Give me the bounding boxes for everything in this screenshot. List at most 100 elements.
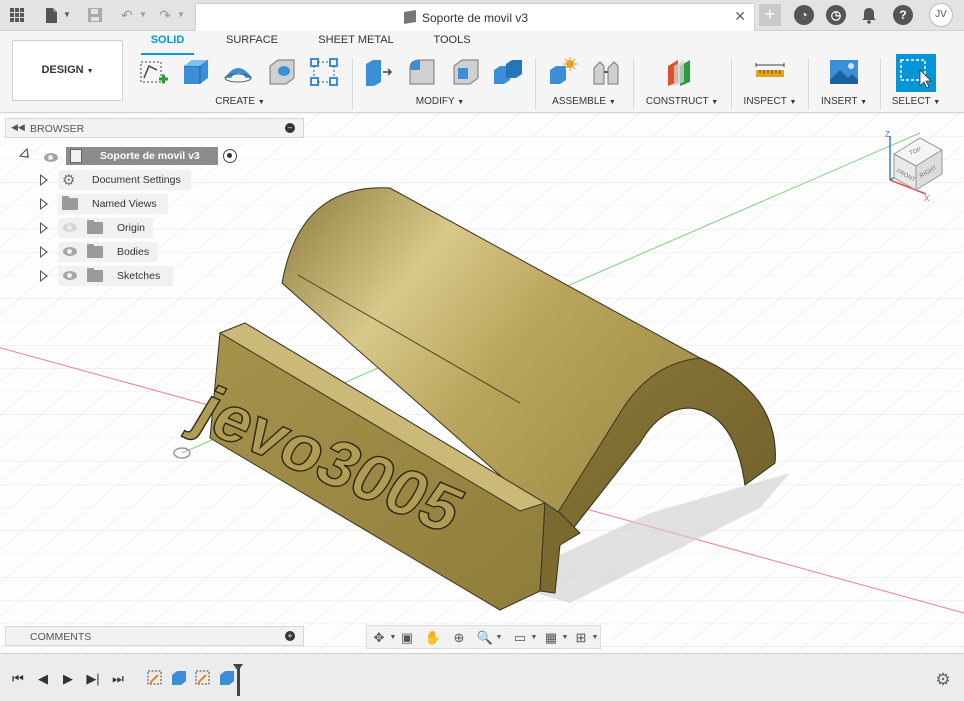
- expand-arrow-icon[interactable]: [40, 174, 48, 186]
- select-menu[interactable]: SELECT ▼: [888, 96, 944, 107]
- browser-item-sketches[interactable]: Sketches: [58, 266, 173, 286]
- browser-item-named-views[interactable]: Named Views: [58, 194, 168, 214]
- x-axis-label: X: [924, 194, 930, 203]
- expand-arrow-icon[interactable]: [40, 198, 48, 210]
- sketch-feature-icon[interactable]: [194, 669, 212, 687]
- construct-menu[interactable]: CONSTRUCT ▼: [643, 96, 721, 107]
- go-to-start-icon[interactable]: ⏮: [9, 670, 27, 688]
- step-back-icon[interactable]: ◀: [34, 670, 52, 688]
- tab-tools[interactable]: TOOLS: [428, 34, 476, 52]
- viewports-caret-icon[interactable]: ▼: [585, 629, 605, 647]
- new-tab-icon[interactable]: +: [759, 4, 781, 26]
- job-status-icon[interactable]: ◷: [826, 5, 846, 25]
- file-menu-caret-icon[interactable]: ▼: [58, 6, 76, 24]
- expand-arrow-icon[interactable]: [40, 222, 48, 234]
- browser-item-bodies[interactable]: Bodies: [58, 242, 158, 262]
- workspace-label: DESIGN: [41, 64, 84, 76]
- add-comment-icon[interactable]: +: [285, 631, 295, 641]
- go-to-end-icon[interactable]: ⏭: [109, 670, 127, 688]
- insert-label: INSERT: [820, 96, 858, 107]
- joint-icon[interactable]: [590, 56, 622, 88]
- browser-item-label: Origin: [117, 222, 146, 234]
- zoom-icon[interactable]: ⊕: [449, 629, 469, 647]
- redo-caret-icon[interactable]: ▼: [172, 6, 190, 24]
- browser-item-label: Named Views: [92, 198, 157, 210]
- collapse-panel-icon[interactable]: ◀◀: [11, 122, 25, 133]
- gear-icon: ⚙: [62, 172, 76, 189]
- insert-menu[interactable]: INSERT ▼: [818, 96, 870, 107]
- save-icon[interactable]: [86, 6, 104, 24]
- chevron-down-icon: ▼: [711, 99, 719, 106]
- chevron-down-icon: ▼: [608, 99, 616, 106]
- pan-icon[interactable]: ✋: [423, 629, 443, 647]
- create-menu[interactable]: CREATE ▼: [205, 96, 275, 107]
- visibility-eye-icon[interactable]: [63, 271, 77, 280]
- activate-component-icon[interactable]: [223, 149, 237, 163]
- extensions-icon[interactable]: ◔: [794, 5, 814, 25]
- comments-title: COMMENTS: [30, 631, 92, 643]
- extrude-feature-icon[interactable]: [218, 669, 236, 687]
- visibility-eye-icon[interactable]: [44, 153, 58, 162]
- view-cube[interactable]: Z X TOP FRONT RIGHT: [880, 128, 955, 203]
- browser-item-origin[interactable]: Origin: [58, 218, 153, 238]
- assemble-menu[interactable]: ASSEMBLE ▼: [545, 96, 623, 107]
- expand-arrow-icon[interactable]: [40, 270, 48, 282]
- browser-root-node[interactable]: Soporte de movil v3: [66, 147, 218, 165]
- create-label: CREATE: [215, 96, 256, 107]
- browser-panel-header[interactable]: ◀◀ BROWSER –: [5, 118, 304, 138]
- browser-item-label: Bodies: [117, 246, 150, 258]
- press-pull-icon[interactable]: [363, 56, 395, 88]
- select-icon[interactable]: [896, 54, 936, 92]
- step-forward-icon[interactable]: ▶|: [84, 670, 102, 688]
- timeline-marker[interactable]: [233, 664, 243, 696]
- chevron-down-icon: ▼: [86, 68, 94, 75]
- chevron-down-icon: ▼: [860, 99, 868, 106]
- close-icon[interactable]: ✕: [734, 8, 746, 25]
- notifications-icon[interactable]: [860, 6, 878, 24]
- ribbon-divider: [535, 59, 536, 109]
- tab-surface[interactable]: SURFACE: [222, 34, 282, 52]
- help-icon[interactable]: ?: [893, 5, 913, 25]
- hole-icon[interactable]: [266, 56, 298, 88]
- folder-icon: [87, 220, 103, 234]
- visibility-eye-icon[interactable]: [63, 247, 77, 256]
- avatar[interactable]: JV: [929, 3, 953, 27]
- offset-plane-icon[interactable]: [664, 56, 696, 88]
- browser-title: BROWSER: [30, 123, 85, 135]
- fit-caret-icon[interactable]: ▼: [489, 629, 509, 647]
- tab-sheet-metal[interactable]: SHEET METAL: [316, 34, 396, 52]
- apps-grid-icon[interactable]: [8, 6, 26, 24]
- tab-solid[interactable]: SOLID: [141, 34, 194, 52]
- root-node-label: Soporte de movil v3: [100, 150, 200, 162]
- extrude-icon[interactable]: [180, 56, 212, 88]
- insert-canvas-icon[interactable]: [828, 56, 860, 88]
- modify-menu[interactable]: MODIFY ▼: [405, 96, 475, 107]
- new-component-icon[interactable]: [546, 56, 578, 88]
- revolve-icon[interactable]: [222, 56, 254, 88]
- expand-arrow-icon[interactable]: [40, 246, 48, 258]
- chevron-down-icon: ▼: [457, 99, 465, 106]
- gear-icon[interactable]: ⚙: [933, 670, 953, 690]
- pattern-icon[interactable]: [308, 56, 340, 88]
- hidden-eye-icon[interactable]: [63, 223, 77, 232]
- create-sketch-icon[interactable]: [137, 56, 169, 88]
- combine-icon[interactable]: [492, 56, 524, 88]
- measure-icon[interactable]: [754, 56, 786, 88]
- timeline: ⏮ ◀ ▶ ▶| ⏭ ⚙: [0, 653, 964, 701]
- fillet-icon[interactable]: [406, 56, 438, 88]
- browser-item-document-settings[interactable]: ⚙ Document Settings: [58, 170, 191, 190]
- minimize-icon[interactable]: –: [285, 123, 295, 133]
- title-bar: ▼ ↶ ▼ ↷ ▼ Soporte de movil v3 ✕ + ◔ ◷ ? …: [0, 0, 964, 31]
- extrude-feature-icon[interactable]: [170, 669, 188, 687]
- inspect-menu[interactable]: INSPECT ▼: [740, 96, 800, 107]
- sketch-feature-icon[interactable]: [146, 669, 164, 687]
- comments-panel-header[interactable]: COMMENTS +: [5, 626, 304, 646]
- shell-icon[interactable]: [450, 56, 482, 88]
- document-tab[interactable]: Soporte de movil v3 ✕: [195, 3, 755, 31]
- component-icon: [70, 149, 82, 163]
- undo-caret-icon[interactable]: ▼: [134, 6, 152, 24]
- play-icon[interactable]: ▶: [59, 670, 77, 688]
- folder-icon: [87, 244, 103, 258]
- look-at-icon[interactable]: ▣: [397, 629, 417, 647]
- workspace-switcher[interactable]: DESIGN ▼: [12, 40, 123, 101]
